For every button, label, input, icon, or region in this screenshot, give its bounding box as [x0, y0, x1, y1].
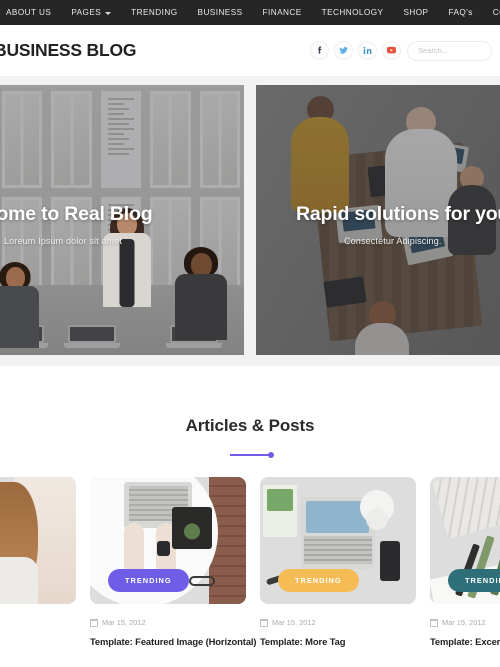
hero-slide-1[interactable]: Welcome to Real Blog Loreum Ipsum dolor … — [0, 85, 244, 355]
trending-badge[interactable]: TRENDING — [108, 569, 189, 592]
hero-subtitle: Consectetur Adipiscing. — [344, 236, 442, 246]
article-meta: Mar 15, 2012 — [260, 618, 416, 627]
article-meta: Mar 15, 2012 — [430, 618, 500, 627]
nav-item-label: PAGES — [71, 8, 102, 17]
article-thumbnail[interactable]: TRENDING — [430, 477, 500, 604]
nav-item-label: FINANCE — [262, 8, 302, 17]
section-divider — [230, 452, 274, 458]
nav-item-label: TRENDING — [131, 8, 178, 17]
nav-item-label: CONTACT US — [492, 8, 500, 17]
social-links — [310, 41, 401, 60]
section-title: Articles & Posts — [185, 416, 315, 435]
articles-section-header: Articles & Posts — [0, 366, 500, 458]
nav-item-shop[interactable]: SHOP — [393, 0, 438, 25]
article-date: Mar 15, 2012 — [272, 618, 316, 627]
trending-badge[interactable]: TRENDING — [278, 569, 359, 592]
article-meta: Mar 15, 2012 — [90, 618, 246, 627]
nav-item-label: SHOP — [403, 8, 429, 17]
article-card[interactable]: TRENDING Mar 15, 2012 Template: Excerpt — [430, 477, 500, 647]
chevron-down-icon — [105, 11, 112, 15]
hero-title: Rapid solutions for your b — [296, 203, 500, 225]
nav-item-faqs[interactable]: FAQ's — [438, 0, 482, 25]
calendar-icon — [430, 618, 438, 627]
hero-slider: Welcome to Real Blog Loreum Ipsum dolor … — [0, 85, 500, 355]
article-date: Mar 15, 2012 — [102, 618, 146, 627]
nav-item-label: BUSINESS — [197, 8, 243, 17]
hero-slide-2[interactable]: Rapid solutions for your b Consectetur A… — [256, 85, 500, 355]
site-header: BUSINESS BLOG — [0, 25, 500, 76]
article-title[interactable]: Image (Vertical) — [0, 627, 76, 638]
nav-item-business[interactable]: BUSINESS — [188, 0, 253, 25]
nav-item-technology[interactable]: TECHNOLOGY — [312, 0, 394, 25]
article-thumbnail[interactable]: TRENDING — [90, 477, 246, 604]
article-title[interactable]: Template: More Tag — [260, 636, 416, 647]
twitter-icon[interactable] — [334, 41, 353, 60]
top-navigation-bar: ABOUT US PAGES TRENDING BUSINESS FINANCE… — [0, 0, 500, 25]
search-box[interactable] — [407, 40, 492, 61]
article-date: Mar 15, 2012 — [442, 618, 486, 627]
linkedin-icon[interactable] — [358, 41, 377, 60]
header-right-group — [310, 40, 492, 61]
nav-item-trending[interactable]: TRENDING — [121, 0, 187, 25]
article-card[interactable]: Image (Vertical) — [0, 477, 76, 647]
hero-caption-1: Welcome to Real Blog Loreum Ipsum dolor … — [0, 203, 244, 246]
calendar-icon — [90, 618, 98, 627]
article-card[interactable]: TRENDING Mar 15, 2012 Template: Featured… — [90, 477, 257, 647]
article-card[interactable]: TRENDING Mar 15, 2012 Template: More Tag — [260, 477, 416, 647]
site-logo[interactable]: BUSINESS BLOG — [0, 40, 136, 61]
trending-badge[interactable]: TRENDING — [448, 569, 500, 592]
youtube-icon[interactable] — [382, 41, 401, 60]
article-card-row: Image (Vertical) TRENDING Mar 15, 2012 T… — [0, 456, 500, 647]
article-thumbnail[interactable] — [0, 477, 76, 604]
hero-subtitle: Loreum Ipsum dolor sit amet — [4, 236, 123, 246]
calendar-icon — [260, 618, 268, 627]
nav-item-pages[interactable]: PAGES — [61, 0, 121, 25]
article-title[interactable]: Template: Excerpt — [430, 636, 500, 647]
nav-item-label: FAQ's — [448, 8, 473, 17]
nav-item-contact-us[interactable]: CONTACT US — [483, 0, 500, 25]
article-thumbnail[interactable]: TRENDING — [260, 477, 416, 604]
article-title[interactable]: Template: Featured Image (Horizontal) — [90, 636, 257, 647]
hero-section: Welcome to Real Blog Loreum Ipsum dolor … — [0, 76, 500, 366]
nav-item-label: ABOUT US — [6, 8, 52, 17]
nav-item-label: TECHNOLOGY — [321, 8, 384, 17]
facebook-icon[interactable] — [310, 41, 329, 60]
hero-caption-2: Rapid solutions for your b Consectetur A… — [296, 203, 500, 246]
hero-title: Welcome to Real Blog — [0, 203, 153, 225]
nav-item-about-us[interactable]: ABOUT US — [0, 0, 61, 25]
nav-item-finance[interactable]: FINANCE — [253, 0, 312, 25]
search-input[interactable] — [418, 46, 481, 55]
